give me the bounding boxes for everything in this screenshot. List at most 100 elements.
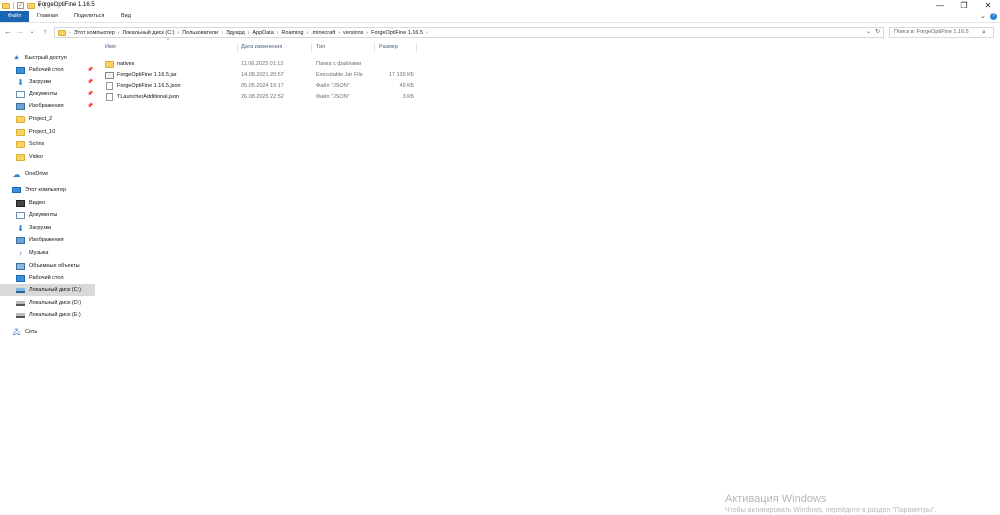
nav-label: Сеть <box>25 329 38 335</box>
breadcrumb: › Этот компьютер › Локальный диск (C:) ›… <box>58 27 428 38</box>
properties-icon[interactable]: ✓ <box>17 2 24 9</box>
nav-item-documents[interactable]: Документы 📌 <box>0 88 95 100</box>
nav-item-downloads[interactable]: ⬇ Загрузки 📌 <box>0 76 95 88</box>
nav-label: Объемные объекты <box>29 263 80 269</box>
recent-locations-button[interactable]: ⌄ <box>27 27 37 37</box>
folder-icon <box>105 61 114 68</box>
ribbon-expand-icon[interactable]: ⌄ <box>980 12 986 20</box>
tab-share[interactable]: Поделиться <box>74 11 104 22</box>
nav-item-scrins[interactable]: Scrins <box>0 138 95 150</box>
nav-item-pc-pictures[interactable]: Изображения <box>0 234 95 246</box>
up-button[interactable]: ↑ <box>40 27 50 37</box>
nav-item-project-10[interactable]: Project_10 <box>0 126 95 138</box>
nav-label: Загрузки <box>29 79 52 85</box>
window-title: ForgeOptiFine 1.16.5 <box>38 2 95 8</box>
crumb-roaming[interactable]: Roaming <box>281 30 303 36</box>
forward-button[interactable]: → <box>15 27 25 37</box>
desktop-icon <box>16 274 25 282</box>
nav-item-pc-downloads[interactable]: ⬇ Загрузки <box>0 222 95 234</box>
nav-item-drive-d[interactable]: Локальный диск (D:) <box>0 297 95 309</box>
crumb-separator[interactable]: › <box>221 30 223 36</box>
column-divider[interactable] <box>416 43 417 52</box>
documents-icon <box>16 90 25 98</box>
nav-item-drive-e[interactable]: Локальный диск (E:) <box>0 309 95 321</box>
file-size <box>373 59 414 70</box>
crumb-separator[interactable]: › <box>426 30 428 36</box>
nav-label: Локальный диск (C:) <box>29 287 82 293</box>
nav-item-video[interactable]: Video <box>0 151 95 163</box>
help-icon[interactable]: ? <box>990 13 997 20</box>
nav-label: Scrins <box>29 141 45 147</box>
crumb-separator[interactable]: › <box>277 30 279 36</box>
column-header-type[interactable]: Тип <box>316 41 325 53</box>
address-dropdown-icon[interactable]: ⌄ <box>866 27 871 38</box>
nav-label: Video <box>29 154 43 160</box>
refresh-icon[interactable]: ↻ <box>875 27 880 38</box>
column-divider[interactable] <box>237 43 238 52</box>
nav-item-pc-desktop[interactable]: Рабочий стол <box>0 272 95 284</box>
search-icon[interactable]: ⌕ <box>982 27 986 38</box>
nav-item-project-2[interactable]: Project_2 <box>0 113 95 125</box>
close-button[interactable]: ✕ <box>976 0 1000 11</box>
crumb-minecraft[interactable]: .minecraft <box>311 30 335 36</box>
maximize-button[interactable]: ❐ <box>952 0 976 11</box>
crumb-separator[interactable]: › <box>118 30 120 36</box>
back-button[interactable]: ← <box>3 27 13 37</box>
nav-item-pc-video[interactable]: Видео <box>0 197 95 209</box>
column-header-size[interactable]: Размер <box>379 41 398 53</box>
search-placeholder: Поиск в: ForgeOptiFine 1.16.5 <box>894 29 969 35</box>
file-row[interactable]: natives 11.06.2023 01:12 Папка с файлами <box>103 59 423 70</box>
column-header-date[interactable]: Дата изменения <box>241 41 282 53</box>
crumb-separator[interactable]: › <box>248 30 250 36</box>
nav-label: Project_10 <box>29 129 56 135</box>
file-name: ForgeOptiFine 1.16.5.jar <box>117 72 177 78</box>
new-folder-icon[interactable] <box>27 2 35 9</box>
desktop-icon <box>16 66 25 74</box>
nav-quick-access[interactable]: ★ Быстрый доступ <box>0 52 95 64</box>
pin-icon: 📌 <box>87 79 94 85</box>
crumb-separator[interactable]: › <box>366 30 368 36</box>
crumb-drive-c[interactable]: Локальный диск (C:) <box>122 30 174 36</box>
nav-item-pc-3d-objects[interactable]: Объемные объекты <box>0 260 95 272</box>
crumb-separator[interactable]: › <box>178 30 180 36</box>
nav-network[interactable]: 🖧 Сеть <box>0 326 95 338</box>
crumb-separator[interactable]: › <box>306 30 308 36</box>
nav-label: Документы <box>29 212 58 218</box>
column-divider[interactable] <box>311 43 312 52</box>
file-row[interactable]: ForgeOptiFine 1.16.5.json 05.05.2024 16:… <box>103 81 423 92</box>
nav-this-pc[interactable]: Этот компьютер <box>0 184 95 196</box>
column-header-name[interactable]: Имя <box>105 41 116 53</box>
crumb-appdata[interactable]: AppData <box>252 30 273 36</box>
crumb-current-folder[interactable]: ForgeOptiFine 1.16.5 <box>371 30 423 36</box>
nav-item-drive-c[interactable]: Локальный диск (C:) <box>0 284 95 296</box>
drive-icon <box>16 287 25 293</box>
tab-file[interactable]: Файл <box>0 11 29 22</box>
pictures-icon <box>16 102 25 110</box>
file-row[interactable]: ForgeOptiFine 1.16.5.jar 14.08.2021 20:5… <box>103 70 423 81</box>
nav-label: Быстрый доступ <box>25 55 67 61</box>
tab-home[interactable]: Главная <box>37 11 58 22</box>
star-icon: ★ <box>13 54 20 62</box>
pictures-icon <box>16 236 25 244</box>
nav-item-pictures[interactable]: Изображения 📌 <box>0 100 95 112</box>
crumb-separator[interactable]: › <box>69 30 71 36</box>
tab-view[interactable]: Вид <box>121 11 131 22</box>
folder-icon <box>16 115 25 123</box>
downloads-icon: ⬇ <box>17 223 24 233</box>
nav-onedrive[interactable]: ☁ OneDrive <box>0 168 95 180</box>
crumb-user[interactable]: Эдуард <box>226 30 245 36</box>
crumb-separator[interactable]: › <box>338 30 340 36</box>
minimize-button[interactable]: — <box>928 0 952 11</box>
column-divider[interactable] <box>374 43 375 52</box>
nav-label: OneDrive <box>25 171 49 177</box>
nav-item-pc-documents[interactable]: Документы <box>0 209 95 221</box>
nav-item-pc-music[interactable]: ♪ Музыка <box>0 247 95 259</box>
crumb-this-pc[interactable]: Этот компьютер <box>74 30 115 36</box>
file-row[interactable]: TLauncherAdditional.json 26.08.2025 22:5… <box>103 92 423 103</box>
nav-item-desktop[interactable]: Рабочий стол 📌 <box>0 64 95 76</box>
folder-icon <box>16 153 25 161</box>
crumb-versions[interactable]: versions <box>343 30 363 36</box>
crumb-users[interactable]: Пользователи <box>182 30 218 36</box>
file-icon <box>106 93 113 101</box>
nav-label: Загрузки <box>29 225 52 231</box>
